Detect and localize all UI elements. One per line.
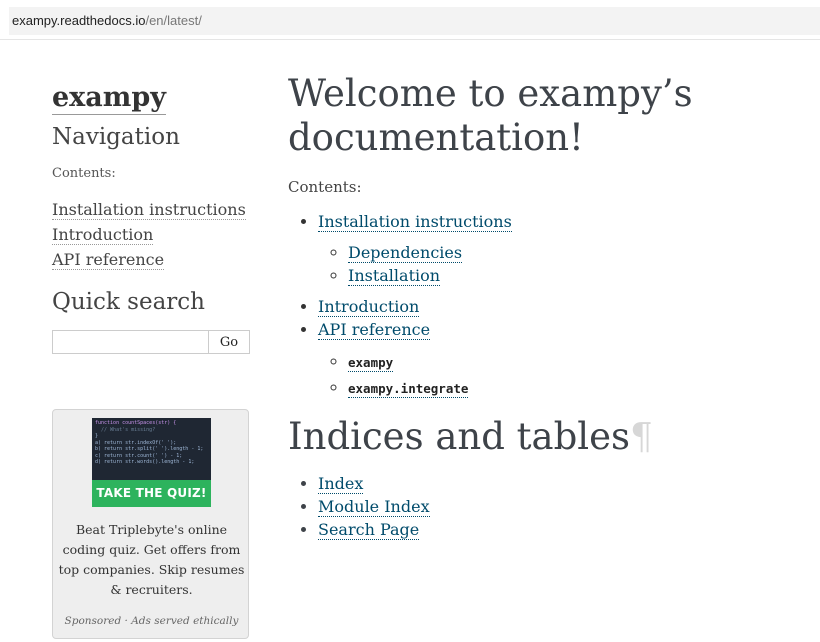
url-field[interactable]: exampy.readthedocs.io/en/latest/ [9,7,820,35]
indices-item: Module Index [318,495,798,518]
module-index-link[interactable]: Module Index [318,497,430,517]
toc-subitem: exampy.integrate [348,375,798,401]
index-link[interactable]: Index [318,474,364,494]
toc-link-installation[interactable]: Installation instructions [318,212,512,232]
ad-code-line: function countSpaces(str) { [95,420,177,426]
main-content: Welcome to exampy’s documentation! Conte… [288,72,798,541]
toc-link-introduction[interactable]: Introduction [318,297,420,317]
ad-code-line: // What's missing? [95,426,156,433]
search-page-link[interactable]: Search Page [318,520,420,540]
ad-code-line: c) return str.count(' ') - 1; [95,452,183,459]
toc-list: Installation instructions Dependencies I… [288,210,798,401]
toc-sublist-api: exampy exampy.integrate [318,349,798,401]
pilcrow-anchor-link[interactable]: ¶ [630,417,653,458]
sidebar-link-installation[interactable]: Installation instructions [52,200,246,220]
take-quiz-banner[interactable]: TAKE THE QUIZ! [92,480,211,507]
toc-subitem: Dependencies [348,241,798,264]
url-host: exampy.readthedocs.io [12,13,146,28]
ad-quiz-image[interactable]: function countSpaces(str) { // What's mi… [92,418,211,507]
url-path: /en/latest/ [145,13,202,28]
page-title: Welcome to exampy’s documentation! [288,72,693,159]
search-input[interactable] [52,330,209,354]
sidebar-link-api-reference[interactable]: API reference [52,250,165,270]
main-contents-caption: Contents: [288,178,362,196]
ad-code-snippet: function countSpaces(str) { // What's mi… [92,418,211,480]
sidebar: exampy Navigation Contents: Installation… [52,80,262,354]
module-name: exampy.integrate [348,381,469,396]
module-name: exampy [348,355,394,370]
indices-list: Index Module Index Search Page [288,472,798,541]
sponsored-ad: function countSpaces(str) { // What's mi… [52,409,249,639]
toc-link-exampy[interactable]: exampy [348,352,394,372]
sidebar-item-introduction: Introduction [52,222,262,247]
search-go-button[interactable]: Go [209,330,250,354]
ad-code-line: } [95,433,99,439]
sidebar-contents-caption: Contents: [52,166,116,181]
sidebar-item-api-reference: API reference [52,247,262,272]
toc-sublist-installation: Dependencies Installation [318,241,798,287]
sidebar-link-introduction[interactable]: Introduction [52,225,154,245]
ad-code-line: b) return str.split(' ').length - 1; [95,446,204,452]
indices-heading-text: Indices and tables [288,415,630,458]
indices-item: Index [318,472,798,495]
toc-item-installation: Installation instructions Dependencies I… [318,210,798,287]
ad-code-line: a) return str.indexOf(' '); [95,439,177,446]
sidebar-nav-list: Installation instructions Introduction A… [52,197,262,272]
toc-subitem: exampy [348,349,798,375]
toc-link-api-reference[interactable]: API reference [318,320,431,340]
toc-link-installation-sub[interactable]: Installation [348,266,441,286]
quick-search-heading: Quick search [52,289,205,315]
ad-text-link[interactable]: Beat Triplebyte's online coding quiz. Ge… [58,520,245,600]
toc-link-dependencies[interactable]: Dependencies [348,243,463,263]
address-bar[interactable]: exampy.readthedocs.io/en/latest/ [0,0,820,40]
quick-search-form: Go [52,330,250,354]
sidebar-item-installation: Installation instructions [52,197,262,222]
ad-sponsored-footer[interactable]: Sponsored · Ads served ethically [53,615,250,627]
toc-item-api-reference: API reference exampy exampy.integrate [318,318,798,401]
ad-code-line: d) return str.words().length - 1; [95,459,195,465]
toc-subitem: Installation [348,264,798,287]
toc-item-introduction: Introduction [318,295,798,318]
navigation-heading: Navigation [52,124,180,150]
indices-item: Search Page [318,518,798,541]
project-logo-link[interactable]: exampy [52,80,166,115]
toc-link-exampy-integrate[interactable]: exampy.integrate [348,378,469,398]
indices-heading: Indices and tables¶ [288,413,798,462]
